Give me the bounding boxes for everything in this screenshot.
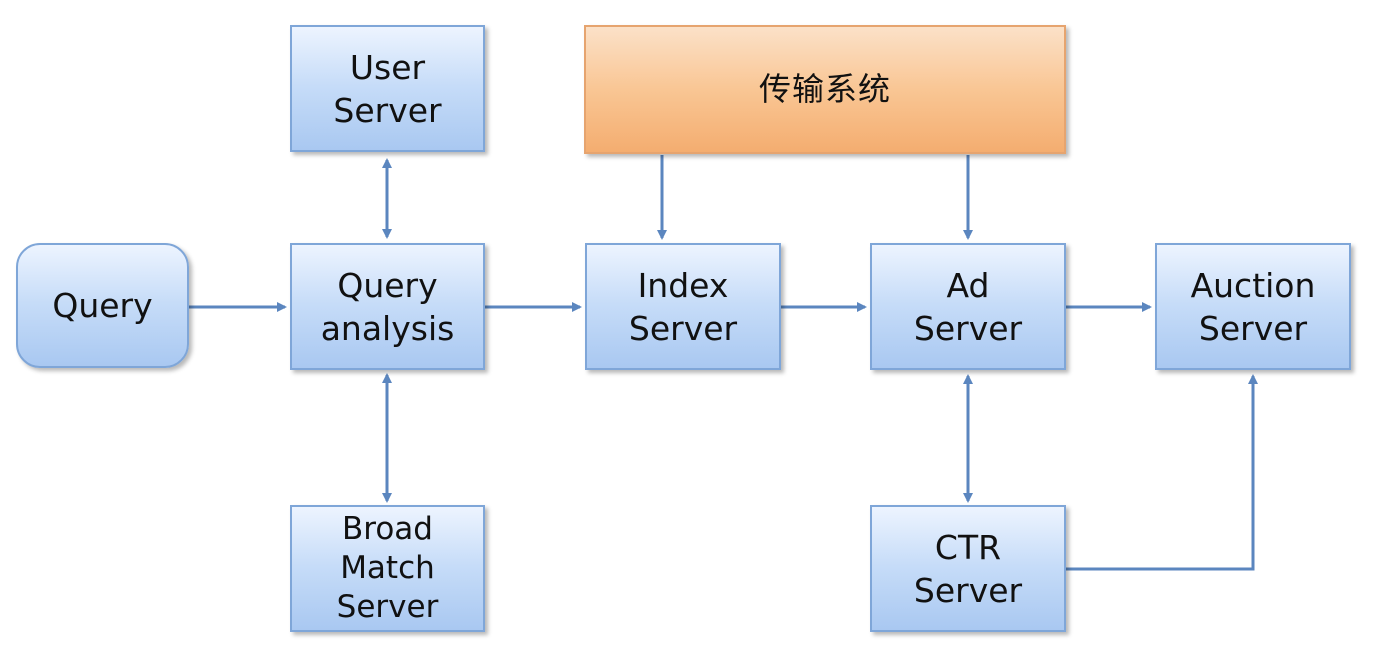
- auction-server-label: Auction Server: [1190, 265, 1316, 348]
- broad-match-server-node: Broad Match Server: [290, 505, 485, 632]
- broad-match-server-label: Broad Match Server: [336, 511, 439, 625]
- query-node: Query: [16, 243, 189, 368]
- user-server-label: User Server: [333, 47, 442, 130]
- ctr-server-node: CTR Server: [870, 505, 1066, 632]
- edge-ctr-server-to-auction-server: [1066, 374, 1258, 571]
- ad-server-label: Ad Server: [913, 265, 1023, 348]
- query-analysis-label: Query analysis: [320, 265, 455, 348]
- query-label: Query: [52, 286, 153, 325]
- ad-server-node: Ad Server: [870, 243, 1066, 370]
- user-server-node: User Server: [290, 25, 485, 152]
- transmission-system-label: 传输系统: [758, 70, 891, 108]
- ctr-server-label: CTR Server: [913, 527, 1023, 610]
- transmission-system-node: 传输系统: [584, 25, 1066, 154]
- index-server-label: Index Server: [628, 265, 738, 348]
- auction-server-node: Auction Server: [1155, 243, 1351, 370]
- index-server-node: Index Server: [585, 243, 781, 370]
- query-analysis-node: Query analysis: [290, 243, 485, 370]
